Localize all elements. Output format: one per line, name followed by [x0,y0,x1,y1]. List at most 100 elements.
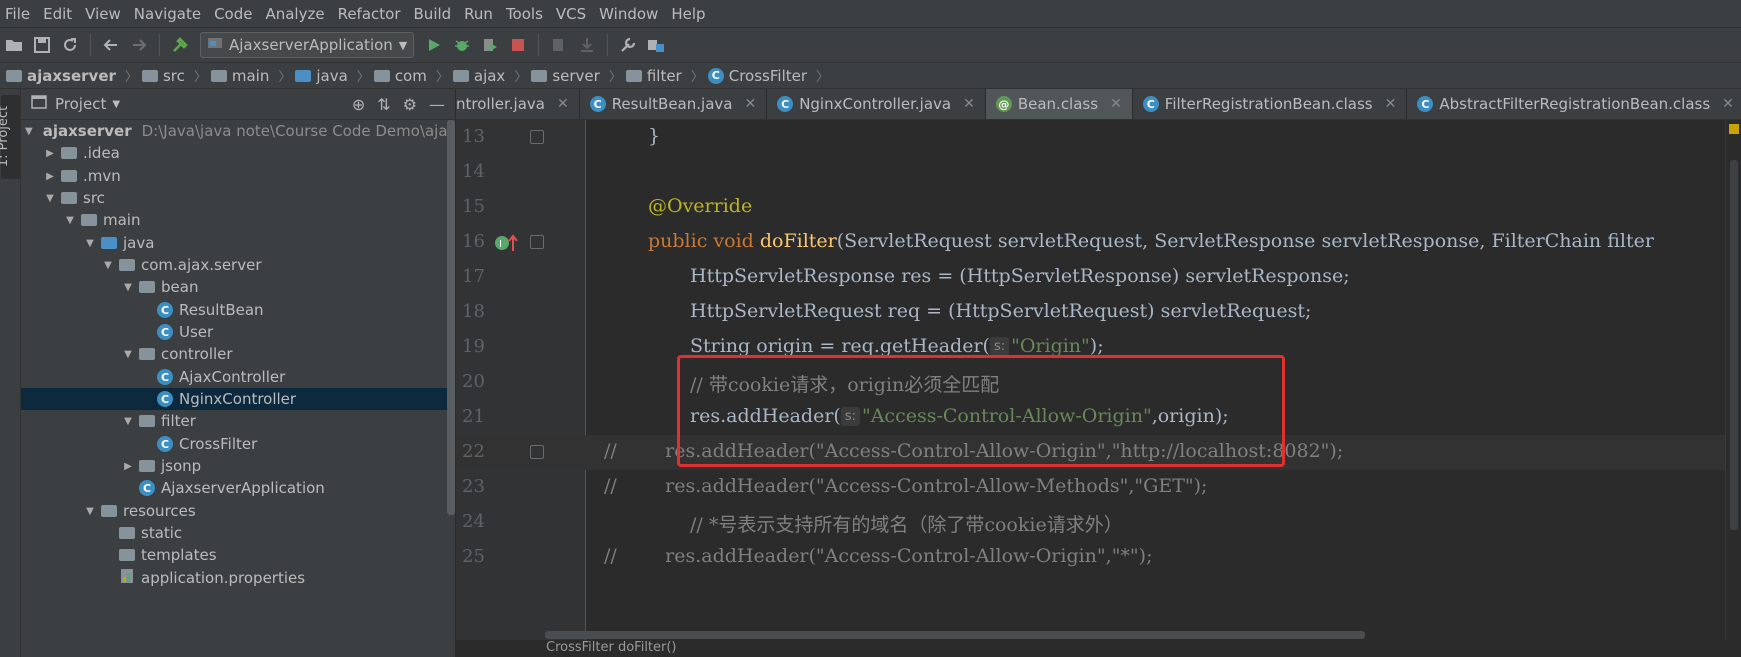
editor-tab-abstractfilterregistrationbean[interactable]: C AbstractFilterRegistrationBean.class ✕ [1407,89,1741,119]
breadcrumb-main[interactable]: main 〉 [210,66,296,85]
tree-item-templates[interactable]: templates [21,544,455,566]
close-icon[interactable]: ✕ [744,96,756,112]
breadcrumb-filter[interactable]: filter 〉 [625,66,708,85]
run-coverage-icon[interactable] [476,31,504,59]
sync-icon[interactable] [56,31,84,59]
implements-method-icon[interactable]: I [494,233,518,258]
project-scrollbar[interactable] [447,120,455,515]
vcs-update-icon[interactable] [545,31,573,59]
menu-run[interactable]: Run [459,5,501,23]
tree-item-idea[interactable]: ▶ .idea [21,142,455,164]
vcs-commit-icon[interactable] [573,31,601,59]
run-configuration-select[interactable]: AjaxserverApplication ▼ [200,32,415,58]
collapse-all-icon[interactable]: ⇅ [377,95,390,114]
editor-tab-filterregistrationbean[interactable]: C FilterRegistrationBean.class ✕ [1133,89,1408,119]
gear-icon[interactable]: ⚙ [403,95,417,114]
tree-item-jsonp[interactable]: ▶ jsonp [21,455,455,477]
tree-item-ajaxcontroller[interactable]: C AjaxController [21,366,455,388]
editor-horizontal-scrollbar[interactable] [545,631,1365,639]
minimize-icon[interactable]: — [429,95,445,114]
editor-tab-controller[interactable]: ntroller.java ✕ [456,89,580,119]
editor-tab-nginxcontroller[interactable]: C NginxController.java ✕ [767,89,986,119]
locate-target-icon[interactable]: ⊕ [352,95,365,114]
project-structure-icon[interactable] [642,31,670,59]
close-icon[interactable]: ✕ [1385,96,1397,112]
tree-item-resultbean[interactable]: C ResultBean [21,299,455,321]
tree-item-label: .idea [83,144,120,162]
run-icon[interactable] [420,31,448,59]
editor-vertical-scrollbar[interactable] [1730,160,1738,530]
tree-item-main[interactable]: ▼ main [21,209,455,231]
tree-item-java[interactable]: ▼ java [21,232,455,254]
menu-window[interactable]: Window [594,5,666,23]
menu-navigate[interactable]: Navigate [129,5,209,23]
line-number: 23 [462,476,485,497]
settings-wrench-icon[interactable] [614,31,642,59]
tree-item-static[interactable]: static [21,522,455,544]
editor-tab-resultbean[interactable]: C ResultBean.java ✕ [580,89,768,119]
code-comment: // *号表示支持所有的域名（除了带cookie请求外） [690,514,1123,536]
expanded-arrow-icon: ▼ [86,505,94,517]
fold-marker-icon[interactable] [530,235,544,249]
menu-vcs[interactable]: VCS [551,5,594,23]
save-icon[interactable] [28,31,56,59]
tree-item-ajaxserverapplication[interactable]: C AjaxserverApplication [21,477,455,499]
chevron-down-icon[interactable]: ▼ [112,99,120,110]
debug-icon[interactable] [448,31,476,59]
project-panel-title[interactable]: Project [55,95,106,113]
menu-refactor[interactable]: Refactor [333,5,409,23]
tree-item-application-properties[interactable]: application.properties [21,567,455,589]
tree-item-mvn[interactable]: ▶ .mvn [21,165,455,187]
tree-item-controller[interactable]: ▼ controller [21,343,455,365]
tree-item-bean[interactable]: ▼ bean [21,276,455,298]
breadcrumb-label: CrossFilter [728,66,808,85]
close-icon[interactable]: ✕ [557,96,569,112]
tree-item-user[interactable]: C User [21,321,455,343]
project-tool-tab[interactable]: 1: Project [0,95,20,179]
forward-arrow-icon[interactable] [125,31,153,59]
tree-item-label: static [141,524,183,542]
tree-item-src[interactable]: ▼ src [21,187,455,209]
menu-view[interactable]: View [80,5,129,23]
breadcrumb-server[interactable]: server 〉 [531,66,626,85]
close-icon[interactable]: ✕ [1110,96,1122,112]
fold-marker-icon[interactable] [530,445,544,459]
package-icon [139,281,155,293]
close-icon[interactable]: ✕ [963,96,975,112]
tree-item-filter[interactable]: ▼ filter [21,410,455,432]
close-icon[interactable]: ✕ [1722,96,1734,112]
code-editor[interactable]: 13 } 14 15 @Override 16 I public void do… [456,120,1741,657]
menu-build[interactable]: Build [409,5,460,23]
breadcrumb-com[interactable]: com 〉 [373,66,453,85]
tree-item-root[interactable]: ▼ ajaxserver D:\Java\java note\Course Co… [21,120,455,142]
tree-item-label: AjaxserverApplication [161,479,325,497]
line-number: 24 [462,511,485,532]
tree-item-resources[interactable]: ▼ resources [21,500,455,522]
editor-tab-label: Bean.class [1017,95,1099,113]
svg-text:I: I [499,239,502,250]
menu-file[interactable]: File [0,5,38,23]
breadcrumb-src[interactable]: src 〉 [141,66,211,85]
back-arrow-icon[interactable] [97,31,125,59]
tree-item-package[interactable]: ▼ com.ajax.server [21,254,455,276]
tree-item-label: AjaxController [179,368,286,386]
open-folder-icon[interactable] [0,31,28,59]
menu-help[interactable]: Help [666,5,713,23]
editor-tab-bean-class[interactable]: @ Bean.class ✕ [985,89,1133,119]
stop-icon[interactable] [504,31,532,59]
class-icon: C [1417,96,1434,112]
menu-analyze[interactable]: Analyze [260,5,332,23]
menu-tools[interactable]: Tools [501,5,551,23]
breadcrumb-ajaxserver[interactable]: ajaxserver 〉 [6,66,142,85]
warning-marker-icon[interactable] [1729,124,1739,134]
fold-marker-icon[interactable] [530,130,544,144]
breadcrumb-ajax[interactable]: ajax 〉 [452,66,531,85]
breadcrumb-crossfilter[interactable]: C CrossFilter 〉 [707,66,833,85]
tree-item-nginxcontroller[interactable]: C NginxController [21,388,455,410]
breadcrumb-java[interactable]: java 〉 [295,66,373,85]
menu-edit[interactable]: Edit [38,5,80,23]
menu-code[interactable]: Code [209,5,260,23]
code-line-22: 22 // res.addHeader("Access-Control-Allo… [456,435,1741,470]
build-hammer-icon[interactable] [166,31,194,59]
tree-item-crossfilter[interactable]: C CrossFilter [21,433,455,455]
